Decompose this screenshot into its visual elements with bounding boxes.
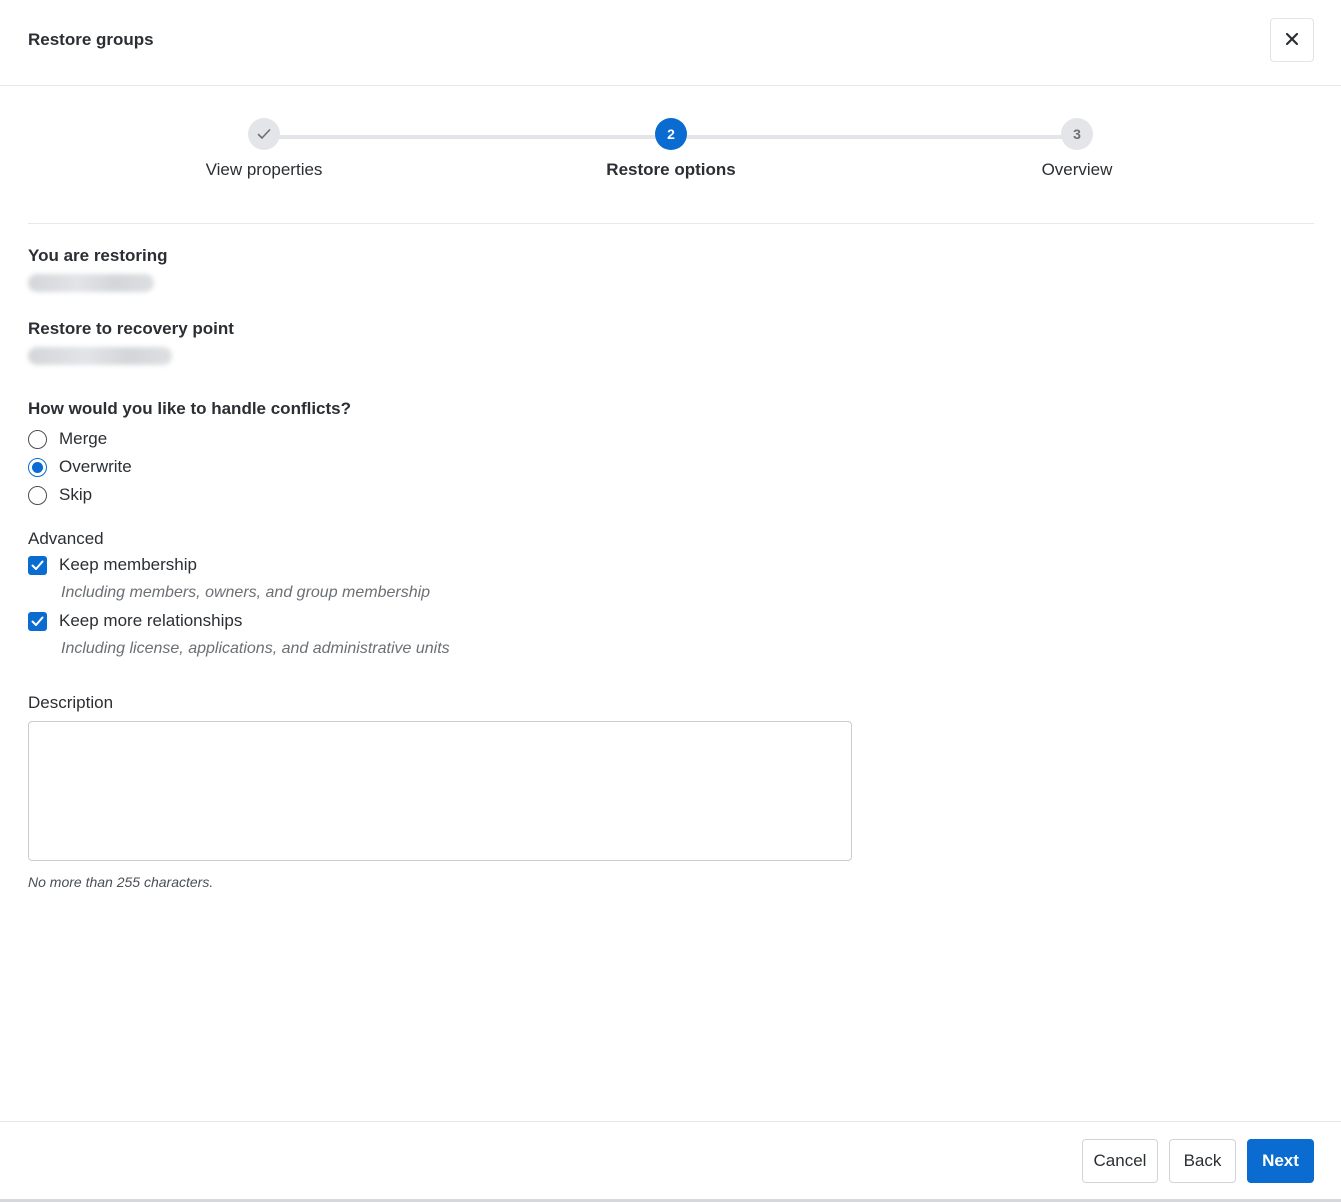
recovery-point-label: Restore to recovery point [28, 319, 234, 338]
step-check-icon [248, 118, 280, 150]
back-button[interactable]: Back [1169, 1139, 1236, 1183]
radio-button[interactable] [28, 485, 47, 505]
step-label: Overview [1041, 160, 1113, 179]
advanced-section: Advanced Keep membership Including membe… [28, 529, 450, 663]
keep-membership-checkbox[interactable] [28, 555, 47, 575]
close-button[interactable] [1270, 18, 1314, 62]
checkmark-icon [31, 616, 44, 626]
keep-relationships-description: Including license, applications, and adm… [61, 640, 450, 657]
description-section: Description No more than 255 characters. [28, 693, 852, 890]
advanced-label: Advanced [28, 529, 104, 548]
radio-option-overwrite[interactable]: Overwrite [28, 453, 351, 481]
recovery-point-value-redacted [28, 347, 172, 365]
description-label: Description [28, 693, 114, 712]
recovery-point-section: Restore to recovery point [28, 319, 234, 365]
step-restore-options[interactable]: 2 Restore options [571, 118, 771, 180]
conflicts-section: How would you like to handle conflicts? … [28, 399, 351, 509]
radio-button-selected[interactable] [28, 457, 47, 477]
close-icon [1285, 32, 1299, 49]
restore-groups-dialog: Restore groups View properties 2 Restore… [0, 0, 1341, 1202]
dialog-title: Restore groups [28, 30, 154, 49]
checkmark-icon [31, 560, 44, 570]
restoring-value-redacted [28, 274, 154, 292]
step-overview[interactable]: 3 Overview [977, 118, 1177, 180]
radio-label: Overwrite [59, 457, 132, 476]
step-view-properties[interactable]: View properties [164, 118, 364, 180]
keep-relationships-option[interactable]: Keep more relationships [28, 607, 450, 635]
dialog-footer: Cancel Back Next [0, 1121, 1341, 1202]
step-number: 3 [1061, 118, 1093, 150]
keep-membership-label: Keep membership [59, 555, 197, 574]
radio-option-skip[interactable]: Skip [28, 481, 351, 509]
restoring-label: You are restoring [28, 246, 168, 265]
wizard-stepper: View properties 2 Restore options 3 Over… [28, 86, 1314, 224]
radio-option-merge[interactable]: Merge [28, 425, 351, 453]
next-button[interactable]: Next [1247, 1139, 1314, 1183]
radio-label: Merge [59, 429, 108, 448]
keep-relationships-label: Keep more relationships [59, 611, 243, 630]
keep-membership-description: Including members, owners, and group mem… [61, 584, 431, 601]
cancel-button[interactable]: Cancel [1082, 1139, 1158, 1183]
dialog-header: Restore groups [0, 0, 1341, 86]
step-number: 2 [655, 118, 687, 150]
step-label: Restore options [606, 160, 736, 179]
keep-relationships-checkbox[interactable] [28, 611, 47, 631]
restoring-section: You are restoring [28, 246, 168, 292]
description-textarea[interactable] [28, 721, 852, 861]
radio-label: Skip [59, 485, 93, 504]
step-label: View properties [205, 160, 323, 179]
radio-button[interactable] [28, 429, 47, 449]
conflicts-question: How would you like to handle conflicts? [28, 399, 352, 418]
description-hint: No more than 255 characters. [28, 874, 214, 890]
keep-membership-option[interactable]: Keep membership [28, 551, 450, 579]
